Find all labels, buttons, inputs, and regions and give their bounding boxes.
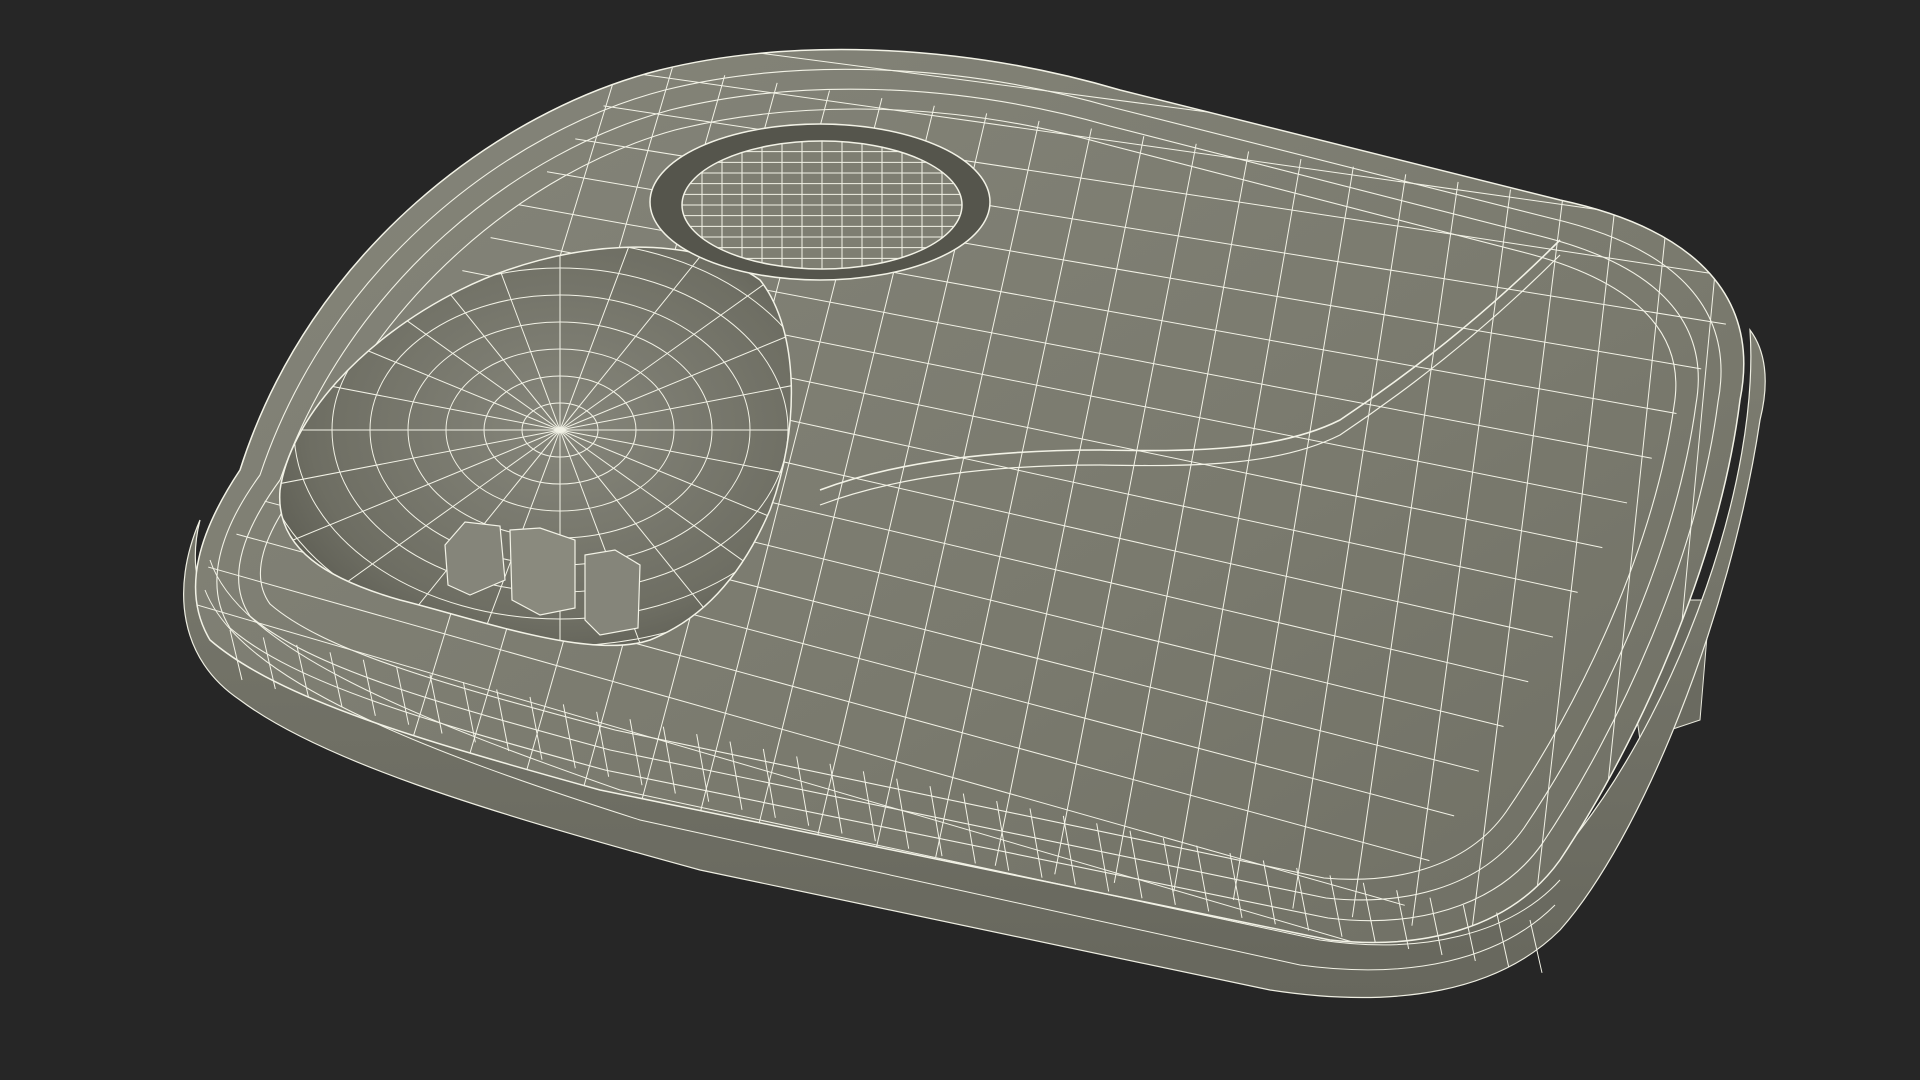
top-round-button [649,123,991,281]
render-viewport [0,0,1920,1080]
wireframe-model [183,48,1766,999]
